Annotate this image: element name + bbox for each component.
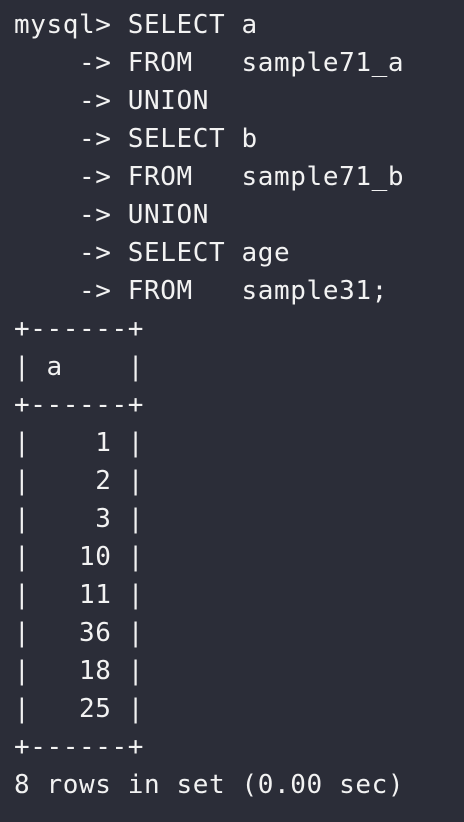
result-table-row: | 2 | (14, 466, 145, 496)
result-table-row: | 1 | (14, 428, 145, 458)
terminal-window[interactable]: mysql> SELECT a -> FROM sample71_a -> UN… (0, 0, 464, 822)
result-table-border-top: +------+ (14, 314, 145, 344)
result-table-header: | a | (14, 352, 145, 382)
result-table-border-header: +------+ (14, 390, 145, 420)
query-line-select-age: -> SELECT age (14, 238, 291, 268)
query-line-union-2: -> UNION (14, 200, 210, 230)
query-line-prompt-select: mysql> SELECT a (14, 10, 258, 40)
result-table-row: | 18 | (14, 656, 145, 686)
result-table-border-bottom: +------+ (14, 732, 145, 762)
query-line-union-1: -> UNION (14, 86, 210, 116)
query-line-from-sample71-b: -> FROM sample71_b (14, 162, 405, 192)
result-table-row: | 25 | (14, 694, 145, 724)
query-line-select-b: -> SELECT b (14, 124, 258, 154)
query-line-from-sample71-a: -> FROM sample71_a (14, 48, 405, 78)
query-line-from-sample31: -> FROM sample31; (14, 276, 388, 306)
result-table-row: | 36 | (14, 618, 145, 648)
result-table-row: | 3 | (14, 504, 145, 534)
result-table-row: | 11 | (14, 580, 145, 610)
result-summary: 8 rows in set (0.00 sec) (14, 770, 405, 800)
result-table-row: | 10 | (14, 542, 145, 572)
